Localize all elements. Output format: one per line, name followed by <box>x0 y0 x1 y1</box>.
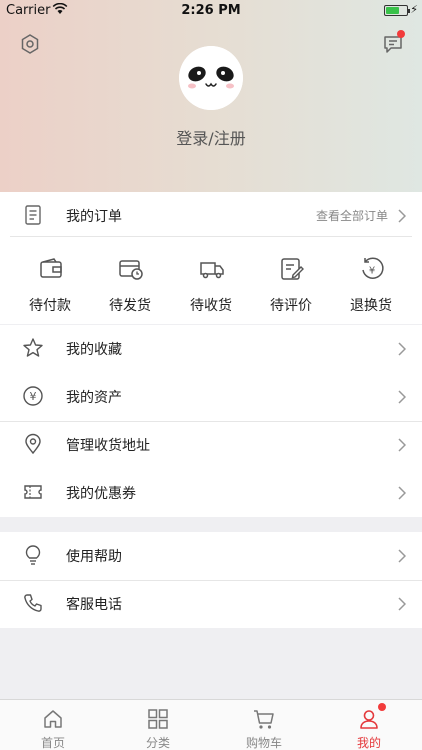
chevron-right-icon <box>398 208 407 223</box>
order-list-icon <box>22 204 44 226</box>
assets-label: 我的资产 <box>66 390 122 406</box>
tab-label: 分类 <box>145 736 170 750</box>
view-all-orders-link[interactable]: 查看全部订单 <box>316 207 388 224</box>
favorites-row[interactable]: 我的收藏 <box>0 325 422 373</box>
clock: 2:26 PM <box>181 3 241 18</box>
grid-icon <box>147 708 169 730</box>
battery-icon <box>384 5 410 16</box>
coupons-label: 我的优惠券 <box>66 486 136 502</box>
phone-icon <box>22 592 44 614</box>
tab-mine[interactable]: 我的 <box>316 700 422 750</box>
order-status-label: 待付款 <box>29 298 71 314</box>
address-label: 管理收货地址 <box>66 438 150 454</box>
chevron-right-icon <box>398 485 407 500</box>
user-icon <box>358 708 380 730</box>
svg-text:¥: ¥ <box>30 390 37 403</box>
assets-row[interactable]: ¥ 我的资产 <box>0 373 422 421</box>
chevron-right-icon <box>398 341 407 356</box>
order-pending-review[interactable]: 待评价 <box>251 244 331 324</box>
star-icon <box>22 337 44 359</box>
order-status-label: 待发货 <box>109 298 151 314</box>
location-pin-icon <box>22 433 44 455</box>
address-row[interactable]: 管理收货地址 <box>0 421 422 469</box>
order-status-label: 待收货 <box>190 298 232 314</box>
yuan-coin-icon: ¥ <box>22 385 44 407</box>
support-card: 使用帮助 客服电话 <box>0 532 422 628</box>
profile-header: Carrier 2:26 PM ⚡ 登录/注册 <box>0 0 422 192</box>
home-icon <box>42 708 64 730</box>
menu-card: 我的收藏 ¥ 我的资产 管理收货地址 我的优惠券 <box>0 325 422 517</box>
my-orders-label: 我的订单 <box>66 209 122 225</box>
truck-icon <box>199 256 225 282</box>
status-bar: Carrier 2:26 PM ⚡ <box>0 0 422 22</box>
tab-label: 我的 <box>356 736 381 750</box>
review-edit-icon <box>279 256 305 282</box>
chevron-right-icon <box>398 437 407 452</box>
coupons-row[interactable]: 我的优惠券 <box>0 469 422 517</box>
cart-icon <box>253 708 275 730</box>
customer-service-row[interactable]: 客服电话 <box>0 580 422 628</box>
wallet-icon <box>38 256 64 282</box>
divider <box>10 236 412 237</box>
settings-icon[interactable] <box>18 32 42 56</box>
customer-service-label: 客服电话 <box>66 597 122 613</box>
chevron-right-icon <box>398 596 407 611</box>
chevron-right-icon <box>398 389 407 404</box>
card-clock-icon <box>118 256 144 282</box>
message-badge <box>397 30 405 38</box>
avatar[interactable] <box>179 46 243 110</box>
order-status-bar: 待付款 待发货 待收货 待评价 ¥ 退换货 <box>0 244 422 324</box>
help-label: 使用帮助 <box>66 549 122 565</box>
tab-label: 购物车 <box>245 736 282 750</box>
order-status-label: 待评价 <box>270 298 312 314</box>
charging-icon: ⚡ <box>410 3 418 16</box>
tab-cart[interactable]: 购物车 <box>211 700 317 750</box>
order-status-label: 退换货 <box>350 298 392 314</box>
lightbulb-icon <box>22 544 44 566</box>
tab-home[interactable]: 首页 <box>0 700 106 750</box>
favorites-label: 我的收藏 <box>66 342 122 358</box>
tab-bar: 首页 分类 购物车 我的 <box>0 699 422 750</box>
order-pending-payment[interactable]: 待付款 <box>10 244 90 324</box>
order-returns[interactable]: ¥ 退换货 <box>331 244 411 324</box>
my-orders-row[interactable]: 我的订单 查看全部订单 <box>0 192 422 240</box>
order-pending-shipment[interactable]: 待发货 <box>90 244 170 324</box>
help-row[interactable]: 使用帮助 <box>0 532 422 580</box>
message-icon[interactable] <box>381 30 405 56</box>
tab-label: 首页 <box>40 736 65 750</box>
order-pending-receipt[interactable]: 待收货 <box>171 244 251 324</box>
refund-icon: ¥ <box>359 256 385 282</box>
login-register-link[interactable]: 登录/注册 <box>0 125 422 149</box>
tab-badge <box>378 703 386 711</box>
tab-category[interactable]: 分类 <box>105 700 211 750</box>
coupon-icon <box>22 481 44 503</box>
chevron-right-icon <box>398 548 407 563</box>
orders-card: 我的订单 查看全部订单 待付款 待发货 待收货 待评价 ¥ 退换货 <box>0 192 422 324</box>
svg-text:¥: ¥ <box>369 266 375 277</box>
